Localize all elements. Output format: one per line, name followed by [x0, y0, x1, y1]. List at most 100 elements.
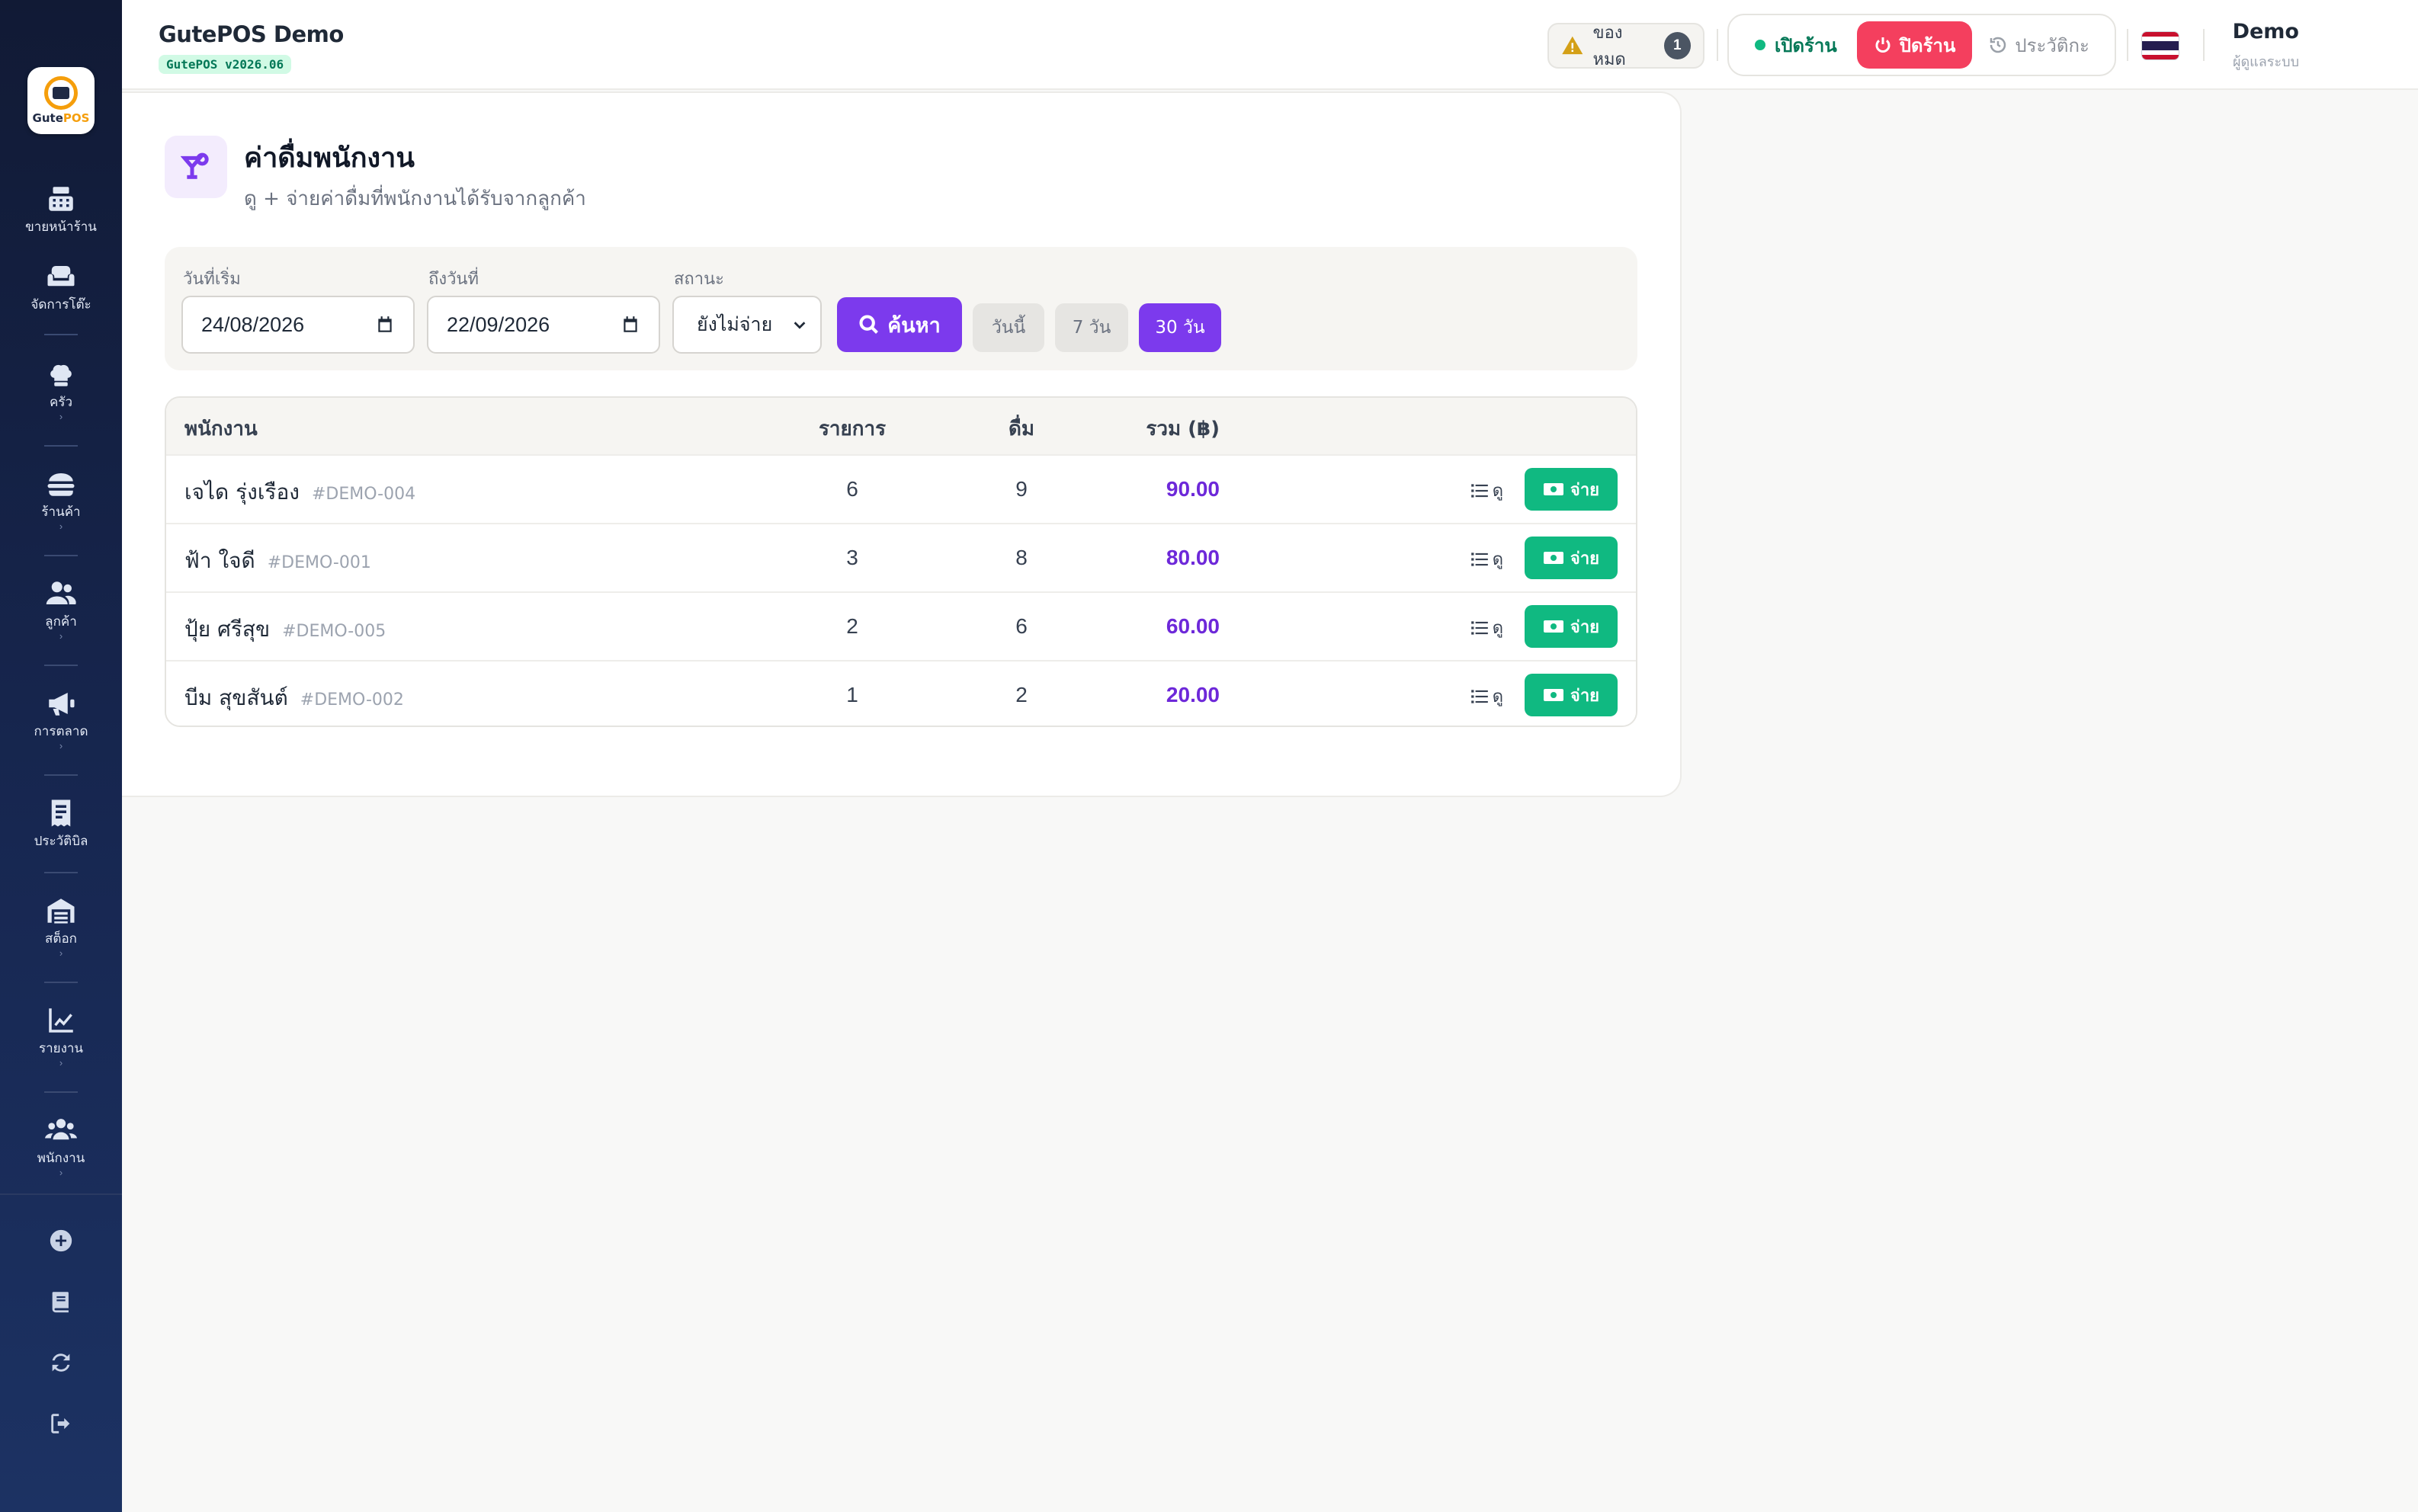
status-value: ยังไม่จ่าย	[697, 313, 773, 335]
view-button[interactable]: ดู	[1470, 683, 1503, 710]
page-title: ค่าดื่มพนักงาน	[244, 143, 415, 174]
power-icon	[1875, 37, 1890, 53]
tips-table: พนักงาน รายการ ดื่ม รวม (฿) เจได รุ่งเรื…	[165, 396, 1637, 727]
main-card: ค่าดื่มพนักงาน ดู + จ่ายค่าดื่มที่พนักงา…	[122, 91, 1682, 797]
employee-code: #DEMO-004	[311, 485, 416, 504]
logout-icon	[51, 1414, 70, 1434]
sidebar-item-label: ลูกค้า	[45, 614, 77, 629]
pay-button-label: จ่าย	[1570, 686, 1600, 706]
quick-today-button[interactable]: วันนี้	[973, 303, 1044, 352]
total-amount: 20.00	[1166, 683, 1220, 706]
quick-30-days-button[interactable]: 30 วัน	[1139, 303, 1221, 352]
calendar-icon[interactable]	[621, 315, 640, 335]
employee-name-text: ปุ้ย ศรีสุข	[184, 617, 271, 642]
table-header: พนักงาน รายการ ดื่ม รวม (฿)	[166, 398, 1636, 454]
table-row: เจได รุ่งเรือง #DEMO-004 6 9 90.00 ดู จ่า…	[166, 454, 1636, 523]
total-amount: 90.00	[1166, 477, 1220, 501]
sidebar-item-store[interactable]: ร้านค้า ›	[0, 468, 122, 531]
sidebar-item-label: ร้านค้า	[41, 505, 81, 520]
manual-button[interactable]	[44, 1285, 78, 1318]
open-shop-label: เปิดร้าน	[1775, 34, 1837, 56]
employee-name: เจได รุ่งเรือง #DEMO-004	[184, 476, 415, 509]
pay-button[interactable]: จ่าย	[1525, 468, 1618, 511]
view-button-label: ดู	[1492, 550, 1503, 569]
col-drinks: ดื่ม	[1008, 418, 1035, 440]
end-date-value: 22/09/2026	[447, 312, 550, 336]
sidebar-item-pos[interactable]: ขายหน้าร้าน	[0, 183, 122, 237]
shift-history-button[interactable]: ประวัติกะ	[1972, 21, 2106, 69]
total-amount: 60.00	[1166, 614, 1220, 638]
view-button[interactable]: ดู	[1470, 614, 1503, 641]
items-count: 6	[846, 477, 858, 501]
search-button[interactable]: ค้นหา	[837, 297, 962, 352]
search-button-label: ค้นหา	[887, 313, 941, 338]
employee-code: #DEMO-005	[282, 622, 386, 641]
employee-name-text: ฟ้า ใจดี	[184, 548, 255, 573]
out-of-stock-button[interactable]: ของหมด 1	[1547, 23, 1704, 69]
refresh-button[interactable]	[44, 1346, 78, 1379]
receipt-icon	[51, 799, 71, 827]
app-logo[interactable]: GutePOS	[27, 67, 95, 134]
refresh-icon	[52, 1353, 70, 1372]
view-button[interactable]: ดู	[1470, 477, 1503, 504]
top-header: GutePOS Demo GutePOS v2026.06 ของหมด 1 เ…	[122, 0, 2418, 90]
view-button-label: ดู	[1492, 619, 1503, 638]
chevron-right-icon: ›	[59, 630, 63, 642]
pay-button[interactable]: จ่าย	[1525, 605, 1618, 648]
items-count: 2	[846, 614, 858, 638]
chevron-right-icon: ›	[59, 411, 63, 422]
search-icon	[859, 315, 879, 334]
cocktail-icon	[165, 136, 227, 198]
list-icon	[1470, 552, 1488, 566]
burger-icon	[47, 473, 75, 496]
status-select[interactable]: ยังไม่จ่าย	[672, 296, 822, 354]
sidebar-item-marketing[interactable]: การตลาด ›	[0, 687, 122, 751]
add-button[interactable]	[44, 1224, 78, 1257]
col-employee: พนักงาน	[184, 418, 258, 440]
shift-history-label: ประวัติกะ	[2015, 34, 2089, 56]
divider	[44, 982, 78, 983]
chevron-right-icon: ›	[59, 740, 63, 751]
divider	[0, 1193, 122, 1195]
sidebar-item-label: รายงาน	[38, 1041, 84, 1056]
sidebar-item-staff[interactable]: พนักงาน ›	[0, 1114, 122, 1177]
divider	[44, 555, 78, 556]
pay-button-label: จ่าย	[1570, 480, 1600, 500]
sidebar-item-customers[interactable]: ลูกค้า ›	[0, 578, 122, 641]
sidebar-item-kitchen[interactable]: ครัว ›	[0, 358, 122, 421]
employee-name: ปุ้ย ศรีสุข #DEMO-005	[184, 613, 386, 646]
close-shop-button[interactable]: ปิดร้าน	[1856, 21, 1973, 69]
plus-circle-icon	[50, 1229, 72, 1252]
drinks-count: 2	[1015, 683, 1028, 706]
history-icon	[1990, 37, 2006, 53]
col-total: รวม (฿)	[1146, 418, 1220, 440]
app-title: GutePOS Demo	[159, 21, 344, 47]
sidebar-item-bills[interactable]: ประวัติบิล	[0, 797, 122, 851]
chevron-right-icon: ›	[59, 521, 63, 532]
open-shop-button[interactable]: เปิดร้าน	[1735, 21, 1857, 69]
end-date-input[interactable]: 22/09/2026	[427, 296, 660, 354]
start-date-input[interactable]: 24/08/2026	[181, 296, 415, 354]
filter-panel: วันที่เริ่ม 24/08/2026 ถึงวันที่ 22/09/2…	[165, 247, 1637, 370]
user-name: Demo	[2232, 20, 2299, 43]
start-date-value: 24/08/2026	[201, 312, 305, 336]
quick-7-days-button[interactable]: 7 วัน	[1055, 303, 1128, 352]
out-of-stock-count: 1	[1663, 32, 1691, 59]
sidebar-item-stock[interactable]: สต็อก ›	[0, 895, 122, 958]
pay-button[interactable]: จ่าย	[1525, 537, 1618, 579]
status-label: สถานะ	[674, 270, 724, 289]
list-icon	[1470, 483, 1488, 498]
thai-flag-icon[interactable]	[2142, 32, 2179, 59]
logout-button[interactable]	[44, 1407, 78, 1440]
status-dot-icon	[1755, 40, 1765, 50]
view-button[interactable]: ดู	[1470, 546, 1503, 572]
divider	[44, 872, 78, 873]
sidebar-item-tables[interactable]: จัดการโต๊ะ	[0, 261, 122, 315]
logo-mark	[44, 76, 78, 110]
sidebar-item-label: สต็อก	[45, 931, 77, 947]
employee-name: บีม สุขสันต์ #DEMO-002	[184, 681, 404, 715]
divider	[44, 445, 78, 447]
pay-button[interactable]: จ่าย	[1525, 674, 1618, 716]
calendar-icon[interactable]	[375, 315, 395, 335]
sidebar-item-reports[interactable]: รายงาน ›	[0, 1004, 122, 1068]
